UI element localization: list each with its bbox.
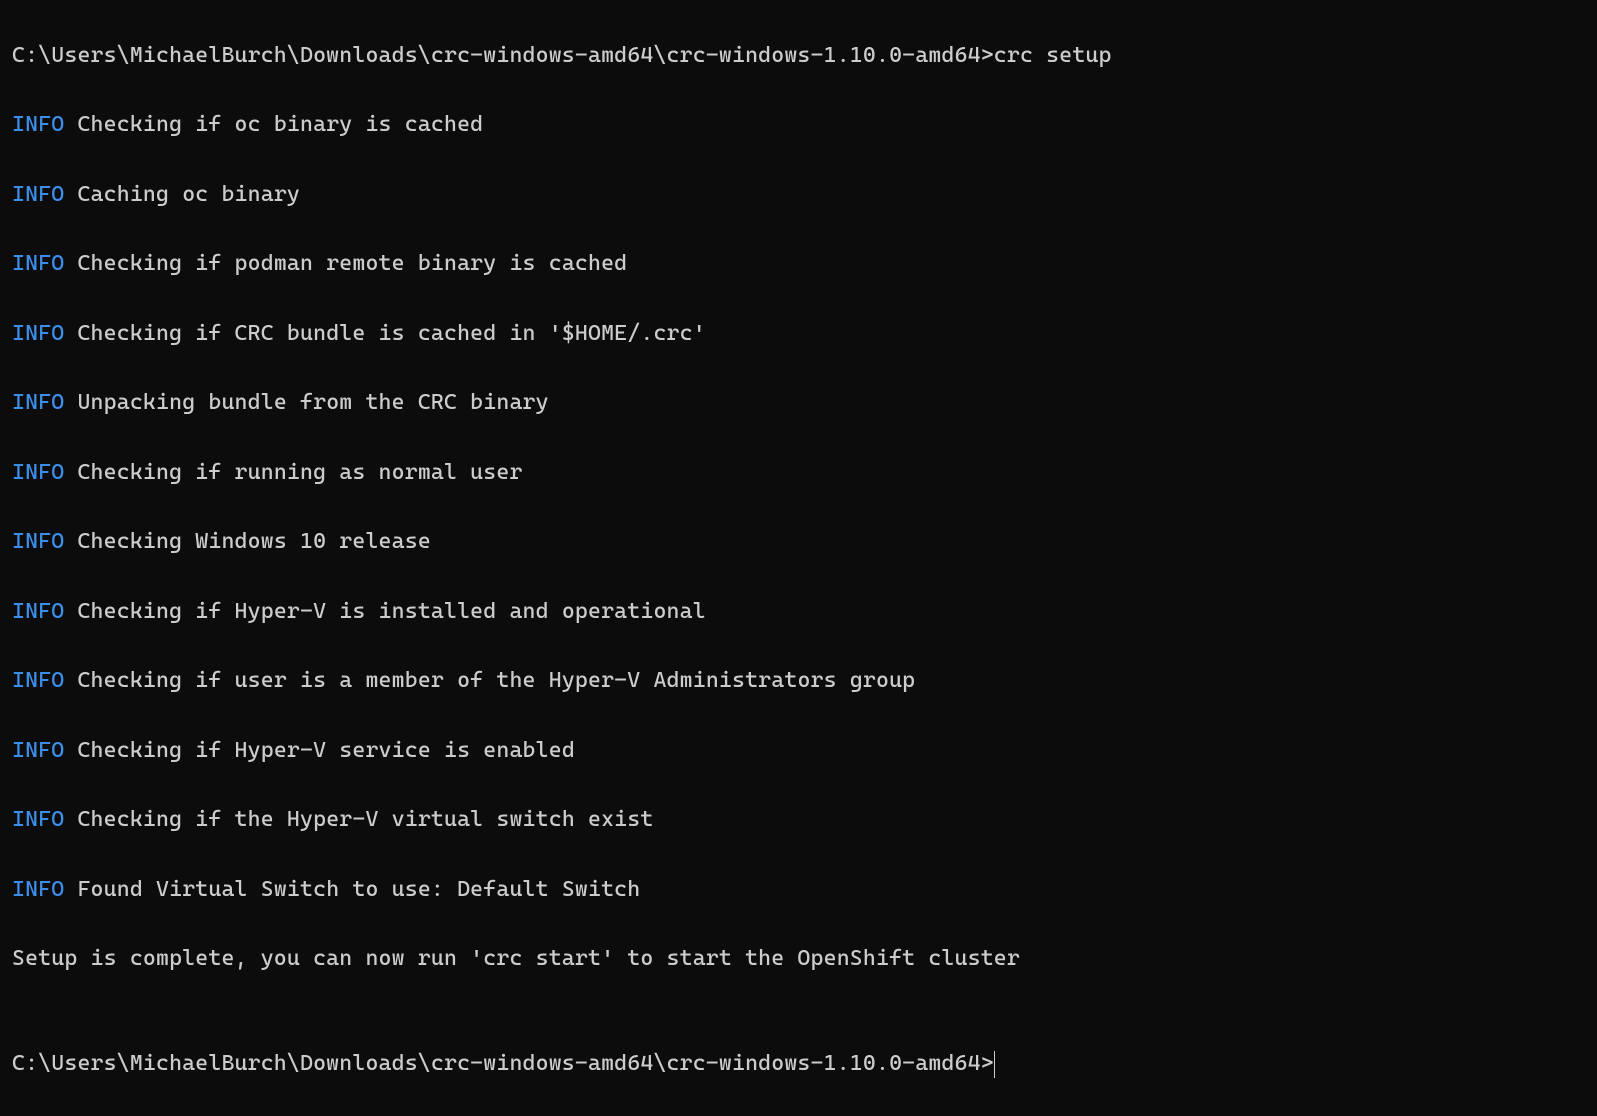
log-message: Checking if running as normal user <box>77 460 522 485</box>
log-line: INFO Checking if Hyper-V is installed an… <box>12 595 1585 630</box>
completion-line: Setup is complete, you can now run 'crc … <box>12 942 1585 977</box>
log-message: Checking if user is a member of the Hype… <box>77 668 915 693</box>
log-line: INFO Checking if CRC bundle is cached in… <box>12 317 1585 352</box>
info-label: INFO <box>12 460 64 485</box>
log-line: INFO Found Virtual Switch to use: Defaul… <box>12 873 1585 908</box>
log-message: Found Virtual Switch to use: Default Swi… <box>77 877 640 902</box>
info-label: INFO <box>12 112 64 137</box>
command-text: crc setup <box>994 43 1112 68</box>
info-label: INFO <box>12 529 64 554</box>
log-message: Checking if Hyper-V service is enabled <box>77 738 574 763</box>
log-line: INFO Checking if Hyper-V service is enab… <box>12 734 1585 769</box>
info-label: INFO <box>12 807 64 832</box>
completion-message: Setup is complete, you can now run 'crc … <box>12 946 1020 971</box>
info-label: INFO <box>12 390 64 415</box>
log-message: Checking if oc binary is cached <box>77 112 483 137</box>
log-message: Caching oc binary <box>77 182 300 207</box>
cursor-icon <box>994 1051 995 1077</box>
command-line: C:\Users\MichaelBurch\Downloads\crc-wind… <box>12 39 1585 74</box>
log-message: Checking if podman remote binary is cach… <box>77 251 627 276</box>
info-label: INFO <box>12 251 64 276</box>
log-line: INFO Unpacking bundle from the CRC binar… <box>12 386 1585 421</box>
info-label: INFO <box>12 599 64 624</box>
terminal-output[interactable]: C:\Users\MichaelBurch\Downloads\crc-wind… <box>12 4 1585 1116</box>
info-label: INFO <box>12 668 64 693</box>
log-line: INFO Checking if running as normal user <box>12 456 1585 491</box>
log-message: Checking Windows 10 release <box>77 529 430 554</box>
info-label: INFO <box>12 321 64 346</box>
log-message: Checking if CRC bundle is cached in '$HO… <box>77 321 705 346</box>
log-line: INFO Checking if podman remote binary is… <box>12 247 1585 282</box>
info-label: INFO <box>12 877 64 902</box>
info-label: INFO <box>12 182 64 207</box>
prompt-path: C:\Users\MichaelBurch\Downloads\crc-wind… <box>12 43 994 68</box>
log-message: Checking if the Hyper-V virtual switch e… <box>77 807 653 832</box>
log-line: INFO Checking if the Hyper-V virtual swi… <box>12 803 1585 838</box>
log-line: INFO Caching oc binary <box>12 178 1585 213</box>
log-line: INFO Checking if oc binary is cached <box>12 108 1585 143</box>
info-label: INFO <box>12 738 64 763</box>
log-message: Checking if Hyper-V is installed and ope… <box>77 599 705 624</box>
log-message: Unpacking bundle from the CRC binary <box>77 390 548 415</box>
log-line: INFO Checking Windows 10 release <box>12 525 1585 560</box>
log-line: INFO Checking if user is a member of the… <box>12 664 1585 699</box>
prompt-line: C:\Users\MichaelBurch\Downloads\crc-wind… <box>12 1047 1585 1082</box>
final-prompt: C:\Users\MichaelBurch\Downloads\crc-wind… <box>12 1051 994 1076</box>
